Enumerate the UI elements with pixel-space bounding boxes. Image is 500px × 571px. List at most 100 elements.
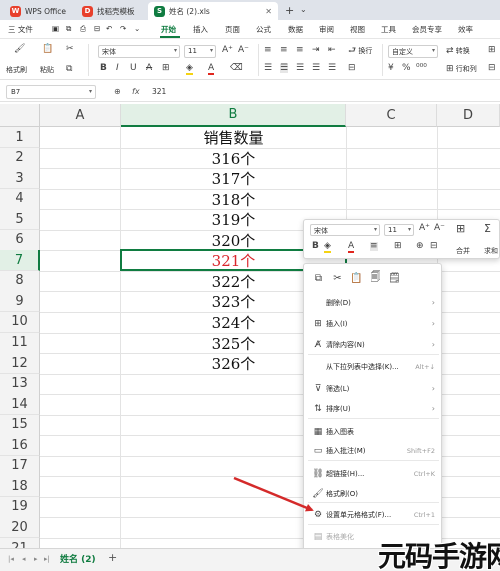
menu-efficiency[interactable]: 效率	[458, 24, 473, 35]
new-tab-icon[interactable]: +	[285, 4, 294, 17]
context-menu-item[interactable]: ▦ 插入图表	[304, 423, 443, 440]
preview-icon[interactable]: ⊟	[94, 24, 100, 33]
prev-sheet-icon[interactable]: ◂	[22, 555, 26, 563]
menu-member[interactable]: 会员专享	[412, 24, 442, 35]
fx-icon[interactable]: fx	[132, 87, 140, 96]
context-menu-item[interactable]: ⊞ 插入(I) ›	[304, 315, 443, 332]
zoom-icon[interactable]: ⊕	[114, 87, 121, 96]
row-header[interactable]: 2	[0, 147, 40, 169]
distribute-icon[interactable]: ☰	[328, 64, 336, 73]
redo-icon[interactable]: ↷	[120, 24, 126, 33]
mini-insert-icon[interactable]: ⊕	[416, 242, 424, 251]
context-menu-item[interactable]: 🖌 格式刷(O)	[304, 485, 443, 502]
context-menu-item[interactable]: ⚙ 设置单元格格式(F)... Ctrl+1	[304, 506, 443, 523]
tab-spreadsheet[interactable]: S 姓名 (2).xls ✕	[148, 2, 278, 20]
paste-icon[interactable]: 📋	[350, 272, 363, 285]
format-painter-icon[interactable]: 🖌	[14, 45, 25, 54]
row-header[interactable]: 3	[0, 168, 40, 190]
formula-content[interactable]: 321	[152, 87, 166, 96]
merge-icon[interactable]: ⊟	[348, 64, 356, 73]
copy-icon[interactable]: ⧉	[312, 272, 325, 285]
header-cell[interactable]: 销售数量	[121, 127, 346, 148]
menu-page[interactable]: 页面	[225, 24, 240, 35]
align-bottom-icon[interactable]: ≡	[296, 46, 304, 55]
paste-icon[interactable]: 📋	[42, 45, 53, 54]
row-header[interactable]: 7	[0, 250, 40, 272]
eraser-icon[interactable]: ⌫	[230, 64, 243, 73]
context-menu-item[interactable]: ▭ 插入批注(M) Shift+F2	[304, 442, 443, 459]
menu-tools[interactable]: 工具	[381, 24, 396, 35]
chevron-down-icon[interactable]: ⌄	[134, 24, 140, 33]
column-header-c[interactable]: C	[346, 104, 437, 127]
mini-font-name-select[interactable]: 宋体 ▾	[310, 224, 380, 236]
convert-button[interactable]: ⇄ 转换	[446, 46, 470, 56]
row-header[interactable]: 10	[0, 311, 40, 333]
data-cell[interactable]: 318个	[121, 189, 346, 210]
mini-font-color-icon[interactable]: A	[348, 242, 355, 253]
undo-icon[interactable]: ↶	[106, 24, 112, 33]
number-format-select[interactable]: 自定义 ▾	[388, 45, 438, 58]
select-all-corner[interactable]	[0, 104, 40, 127]
menu-home[interactable]: 开始	[161, 24, 176, 35]
column-header-b[interactable]: B	[121, 104, 346, 127]
underline-button[interactable]: U	[130, 64, 137, 73]
row-header[interactable]: 8	[0, 270, 40, 292]
row-header[interactable]: 17	[0, 455, 40, 477]
thousands-icon[interactable]: ⁰⁰⁰	[416, 64, 427, 73]
column-header-a[interactable]: A	[40, 104, 121, 127]
mini-sum-button[interactable]: 求和	[484, 246, 498, 256]
row-header[interactable]: 6	[0, 229, 40, 251]
row-header[interactable]: 1	[0, 127, 40, 148]
mini-align-icon[interactable]: ≡	[370, 242, 378, 251]
cut-icon[interactable]: ✂	[66, 45, 74, 54]
save-icon[interactable]: ▣	[52, 24, 59, 33]
fill-color-icon[interactable]: ◈	[186, 64, 193, 75]
row-header[interactable]: 16	[0, 435, 40, 457]
context-menu-item[interactable]: ⛓ 超链接(H)... Ctrl+K	[304, 465, 443, 482]
mini-delete-icon[interactable]: ⊟	[430, 242, 438, 251]
align-center-icon[interactable]: ☰	[280, 64, 289, 73]
row-header[interactable]: 15	[0, 414, 40, 436]
menu-data[interactable]: 数据	[288, 24, 303, 35]
paste-button[interactable]: 粘贴	[40, 65, 54, 75]
table-icon[interactable]: ⊟	[488, 64, 496, 73]
context-menu-item[interactable]: ⊽ 筛选(L) ›	[304, 380, 443, 397]
cut-icon[interactable]: ✂	[331, 272, 344, 285]
row-header[interactable]: 9	[0, 291, 40, 313]
menu-formula[interactable]: 公式	[256, 24, 271, 35]
font-color-icon[interactable]: A	[208, 64, 215, 75]
percent-icon[interactable]: %	[402, 64, 411, 73]
paste-values-icon[interactable]: 🗐	[369, 272, 382, 285]
align-middle-icon[interactable]: ≡	[280, 46, 288, 55]
align-left-icon[interactable]: ☰	[264, 64, 272, 73]
context-menu-item[interactable]: 从下拉列表中选择(K)... Alt+↓	[304, 358, 443, 375]
row-header[interactable]: 13	[0, 373, 40, 395]
next-sheet-icon[interactable]: ▸	[34, 555, 38, 563]
mini-fill-color-icon[interactable]: ◈	[324, 242, 331, 253]
font-grow-icon[interactable]: A⁺	[222, 46, 233, 55]
font-shrink-icon[interactable]: A⁻	[238, 46, 249, 55]
mini-bold-button[interactable]: B	[312, 242, 319, 251]
strikethrough-button[interactable]: A	[146, 64, 152, 73]
mini-merge-button[interactable]: 合并	[456, 246, 470, 256]
font-size-select[interactable]: 11 ▾	[184, 45, 216, 58]
print-icon[interactable]: ⎙	[80, 24, 86, 34]
menu-insert[interactable]: 插入	[193, 24, 208, 35]
row-header[interactable]: 12	[0, 353, 40, 375]
italic-button[interactable]: I	[116, 64, 119, 73]
menu-file[interactable]: 三 文件	[8, 24, 33, 35]
row-header[interactable]: 20	[0, 517, 40, 539]
close-icon[interactable]: ✕	[265, 7, 272, 16]
format-painter-button[interactable]: 格式刷	[6, 65, 27, 75]
open-icon[interactable]: ⧉	[66, 24, 71, 34]
data-cell[interactable]: 317个	[121, 168, 346, 189]
mini-border-icon[interactable]: ⊞	[394, 242, 402, 251]
row-header[interactable]: 11	[0, 332, 40, 354]
rows-cols-button[interactable]: ⊞ 行和列	[446, 64, 477, 74]
indent-icon[interactable]: ⇥	[312, 46, 320, 55]
font-name-select[interactable]: 宋体 ▾	[98, 45, 180, 58]
chevron-down-icon[interactable]: ⌄	[300, 5, 307, 14]
first-sheet-icon[interactable]: |◂	[8, 555, 14, 563]
name-box[interactable]: B7 ▾	[6, 85, 96, 99]
bold-button[interactable]: B	[100, 64, 107, 73]
